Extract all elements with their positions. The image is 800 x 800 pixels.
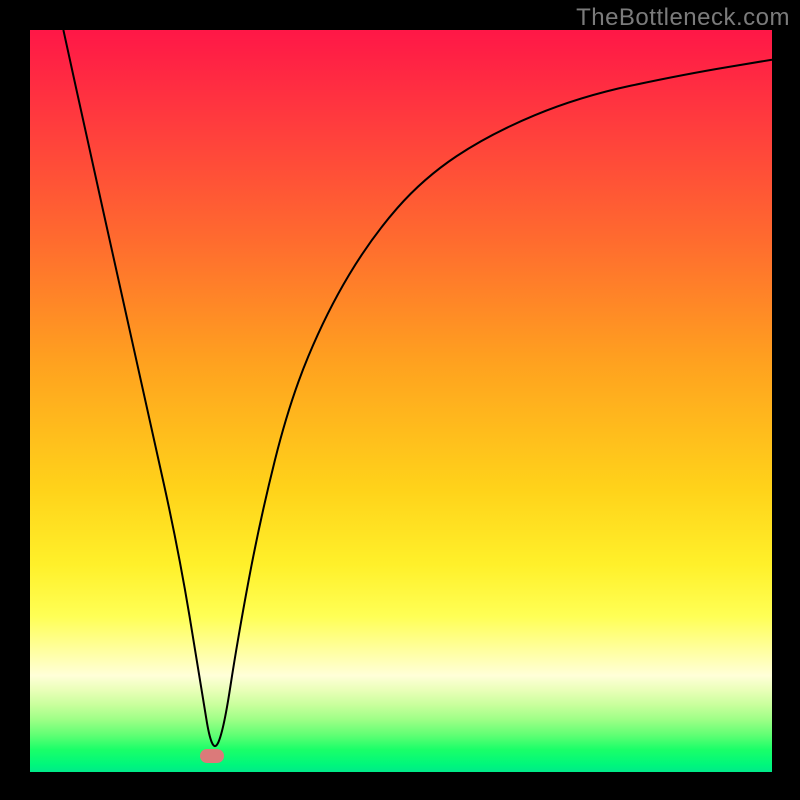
optimal-point-marker: [200, 749, 224, 763]
plot-area: [30, 30, 772, 772]
chart-frame: TheBottleneck.com: [0, 0, 800, 800]
watermark-text: TheBottleneck.com: [576, 4, 790, 32]
curve-svg: [30, 30, 772, 772]
bottleneck-curve: [63, 30, 772, 746]
